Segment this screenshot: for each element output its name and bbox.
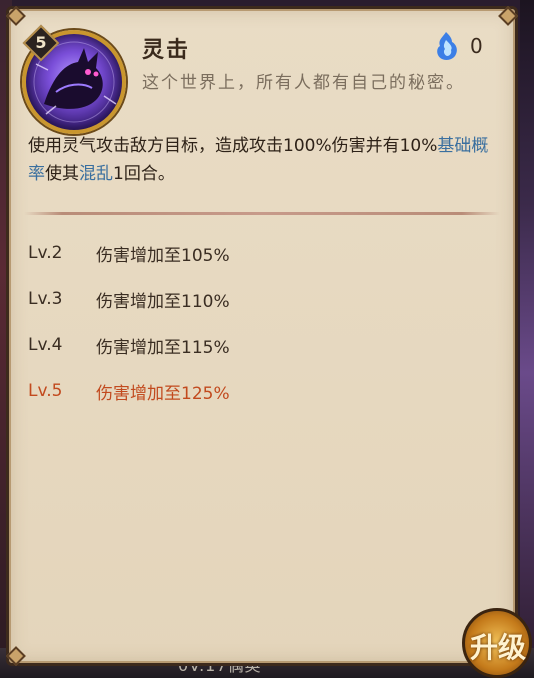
level-badge-text: 5 xyxy=(35,33,47,52)
upgrade-row: Lv.2 伤害增加至105% xyxy=(28,230,488,276)
background-right xyxy=(520,0,534,678)
upgrade-effect: 伤害增加至125% xyxy=(96,383,230,404)
upgrade-row-max: Lv.5 伤害增加至125% xyxy=(28,368,488,414)
upgrade-effect: 伤害增加至105% xyxy=(96,245,230,266)
description-text: 使用灵气攻击敌方目标，造成攻击100%伤害并有10% xyxy=(28,136,438,156)
skill-name: 灵击 xyxy=(142,38,191,63)
description-text: 使其 xyxy=(45,164,79,184)
description-text: 1回合。 xyxy=(113,164,175,184)
upgrade-row: Lv.4 伤害增加至115% xyxy=(28,322,488,368)
corner-ornament xyxy=(498,6,518,26)
skill-description: 使用灵气攻击敌方目标，造成攻击100%伤害并有10%基础概率使其混乱1回合。 xyxy=(28,132,498,188)
upgrade-list: Lv.2 伤害增加至105% Lv.3 伤害增加至110% Lv.4 伤害增加至… xyxy=(28,230,488,414)
orb-count: 0 xyxy=(470,34,483,58)
upgrade-level: Lv.5 xyxy=(28,381,63,401)
flavor-text: 这个世界上，所有人都有自己的秘密。 xyxy=(142,73,465,93)
corner-ornament xyxy=(6,646,26,666)
corner-ornament xyxy=(6,6,26,26)
divider xyxy=(24,212,500,215)
upgrade-level: Lv.2 xyxy=(28,243,63,263)
blue-spirit-orb-icon xyxy=(432,30,460,62)
upgrade-level: Lv.4 xyxy=(28,335,63,355)
upgrade-button-label[interactable]: 升级 xyxy=(468,626,528,666)
upgrade-row: Lv.3 伤害增加至110% xyxy=(28,276,488,322)
keyword-confusion[interactable]: 混乱 xyxy=(79,164,113,184)
upgrade-level: Lv.3 xyxy=(28,289,63,309)
upgrade-effect: 伤害增加至110% xyxy=(96,291,230,312)
upgrade-effect: 伤害增加至115% xyxy=(96,337,230,358)
